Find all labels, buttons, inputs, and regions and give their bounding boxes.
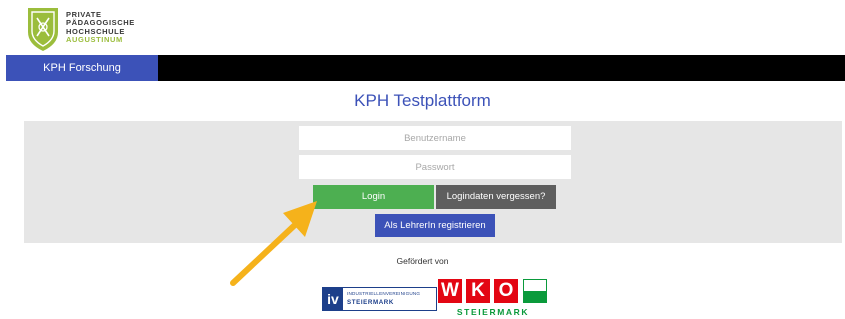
logo-text: PRIVATE PÄDAGOGISCHE HOCHSCHULE AUGUSTIN… — [66, 10, 135, 45]
login-button[interactable]: Login — [313, 185, 434, 209]
register-teacher-button[interactable]: Als LehrerIn registrieren — [375, 214, 495, 237]
username-input[interactable] — [299, 126, 571, 150]
iv-logo-line1: INDUSTRIELLENVEREINIGUNG — [347, 291, 421, 296]
iv-steiermark-logo: iv INDUSTRIELLENVEREINIGUNG STEIERMARK — [322, 287, 437, 311]
logo-line: AUGUSTINUM — [66, 35, 123, 45]
shield-icon — [28, 8, 58, 51]
arrow-icon — [230, 201, 317, 286]
kph-logo: PRIVATE PÄDAGOGISCHE HOCHSCHULE AUGUSTIN… — [26, 6, 146, 54]
wko-flag-icon — [523, 279, 547, 303]
top-navbar: KPH Forschung — [6, 55, 845, 81]
wko-subtitle: STEIERMARK — [456, 307, 530, 317]
iv-logo-line2: STEIERMARK — [347, 299, 394, 306]
wko-letter-o: O — [494, 279, 518, 303]
nav-tab-kph-forschung[interactable]: KPH Forschung — [6, 55, 158, 81]
wko-letter-k: K — [466, 279, 490, 303]
forgot-login-button[interactable]: Logindaten vergessen? — [436, 185, 556, 209]
iv-logo-mark: iv — [323, 288, 343, 310]
page-title: KPH Testplattform — [354, 91, 491, 110]
password-input[interactable] — [299, 155, 571, 179]
sponsor-label: Gefördert von — [396, 256, 449, 266]
wko-letter-w: W — [438, 279, 462, 303]
wko-steiermark-logo: W K O STEIERMARK — [438, 279, 548, 319]
